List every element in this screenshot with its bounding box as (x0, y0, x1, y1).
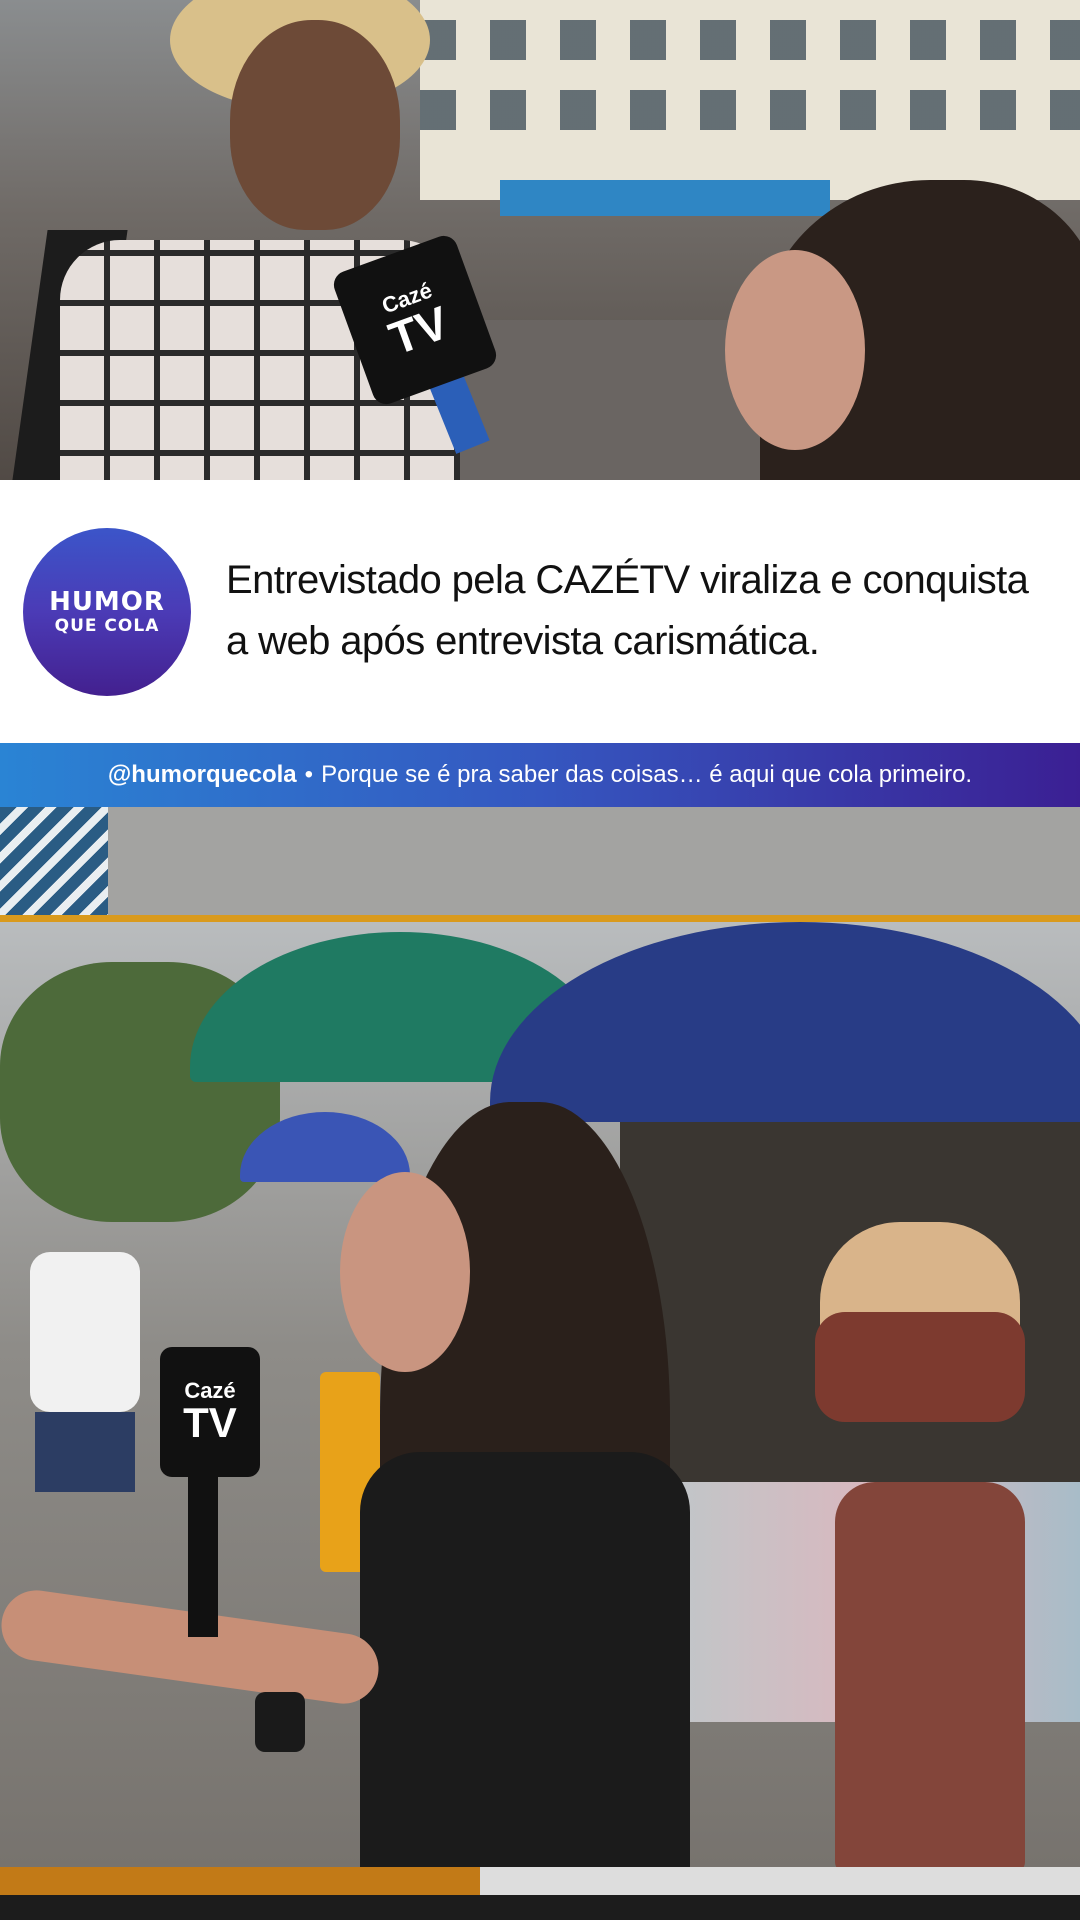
microphone-handle (188, 1477, 218, 1637)
logo-line2: QUE COLA (54, 616, 160, 636)
corner-pattern (0, 807, 108, 915)
interviewee-head (230, 20, 400, 230)
logo-line1: HUMOR (49, 587, 165, 617)
tagline-text: Porque se é pra saber das coisas… é aqui… (321, 761, 973, 788)
reporter-face (340, 1172, 470, 1372)
frame-base (0, 1895, 1080, 1920)
blue-umbrella (490, 922, 1080, 1122)
microphone-flag: Cazé TV (160, 1347, 260, 1477)
mic-brand-line2: TV (183, 1399, 237, 1446)
storefront-awning (500, 180, 830, 216)
bottom-video-frame: Cazé TV (0, 807, 1080, 1920)
pedestrian-shorts (35, 1412, 135, 1492)
tagline-bar: @humorquecola • Porque se é pra saber da… (0, 743, 1080, 807)
frame-accent-line (0, 915, 1080, 922)
top-video-frame: Cazé TV (0, 0, 1080, 480)
humor-que-cola-logo[interactable]: HUMOR QUE COLA (23, 528, 191, 696)
frame-bottom-bar (0, 1867, 1080, 1895)
headline-panel: HUMOR QUE COLA Entrevistado pela CAZÉTV … (0, 480, 1080, 743)
background-building (420, 0, 1080, 200)
reporter-shirt (360, 1452, 690, 1867)
video-top-banner (0, 807, 1080, 915)
headline-text: Entrevistado pela CAZÉTV viraliza e conq… (226, 558, 1029, 663)
account-handle[interactable]: @humorquecola (108, 761, 297, 789)
tagline-separator: • (304, 761, 314, 788)
pedestrian (30, 1252, 140, 1412)
smartwatch (255, 1692, 305, 1752)
street-market-scene: Cazé TV (0, 922, 1080, 1867)
reporter-face (725, 250, 865, 450)
mannequin-leggings (835, 1482, 1025, 1867)
mannequin-top (815, 1312, 1025, 1422)
